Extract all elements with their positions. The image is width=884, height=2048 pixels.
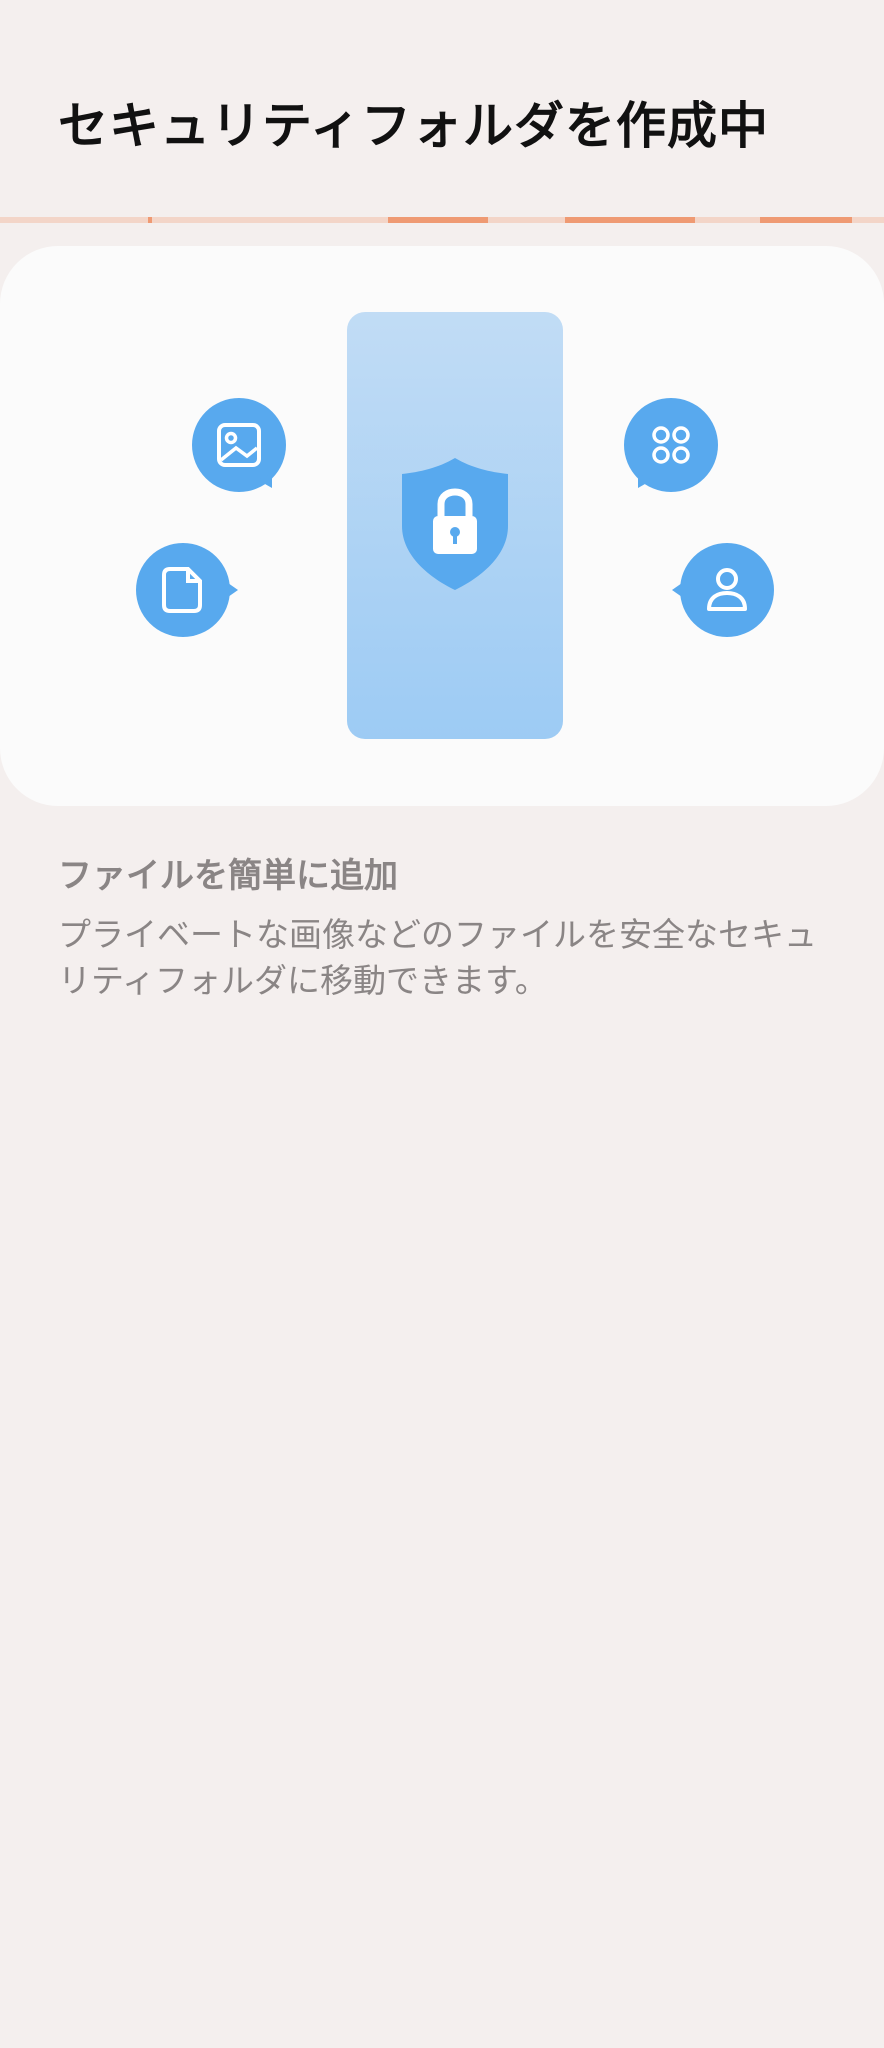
file-icon (162, 567, 238, 613)
illustration-card (0, 246, 884, 806)
progress-segment (148, 217, 152, 223)
progress-segment (760, 217, 852, 223)
apps-icon (638, 426, 690, 488)
section-description: プライベートな画像などのファイルを安全なセキュリティフォルダに移動できます。 (58, 915, 817, 1000)
file-bubble (136, 543, 238, 637)
image-icon (217, 423, 272, 488)
progress-segment (388, 217, 488, 223)
apps-bubble (624, 398, 718, 492)
progress-segment (565, 217, 695, 223)
person-icon (672, 568, 747, 611)
page-title: セキュリティフォルダを作成中 (58, 97, 769, 155)
progress-indicator (0, 217, 884, 223)
section-heading: ファイルを簡単に追加 (58, 856, 398, 896)
shield-lock-icon (402, 458, 508, 590)
contact-bubble (672, 543, 774, 637)
image-bubble (192, 398, 286, 492)
